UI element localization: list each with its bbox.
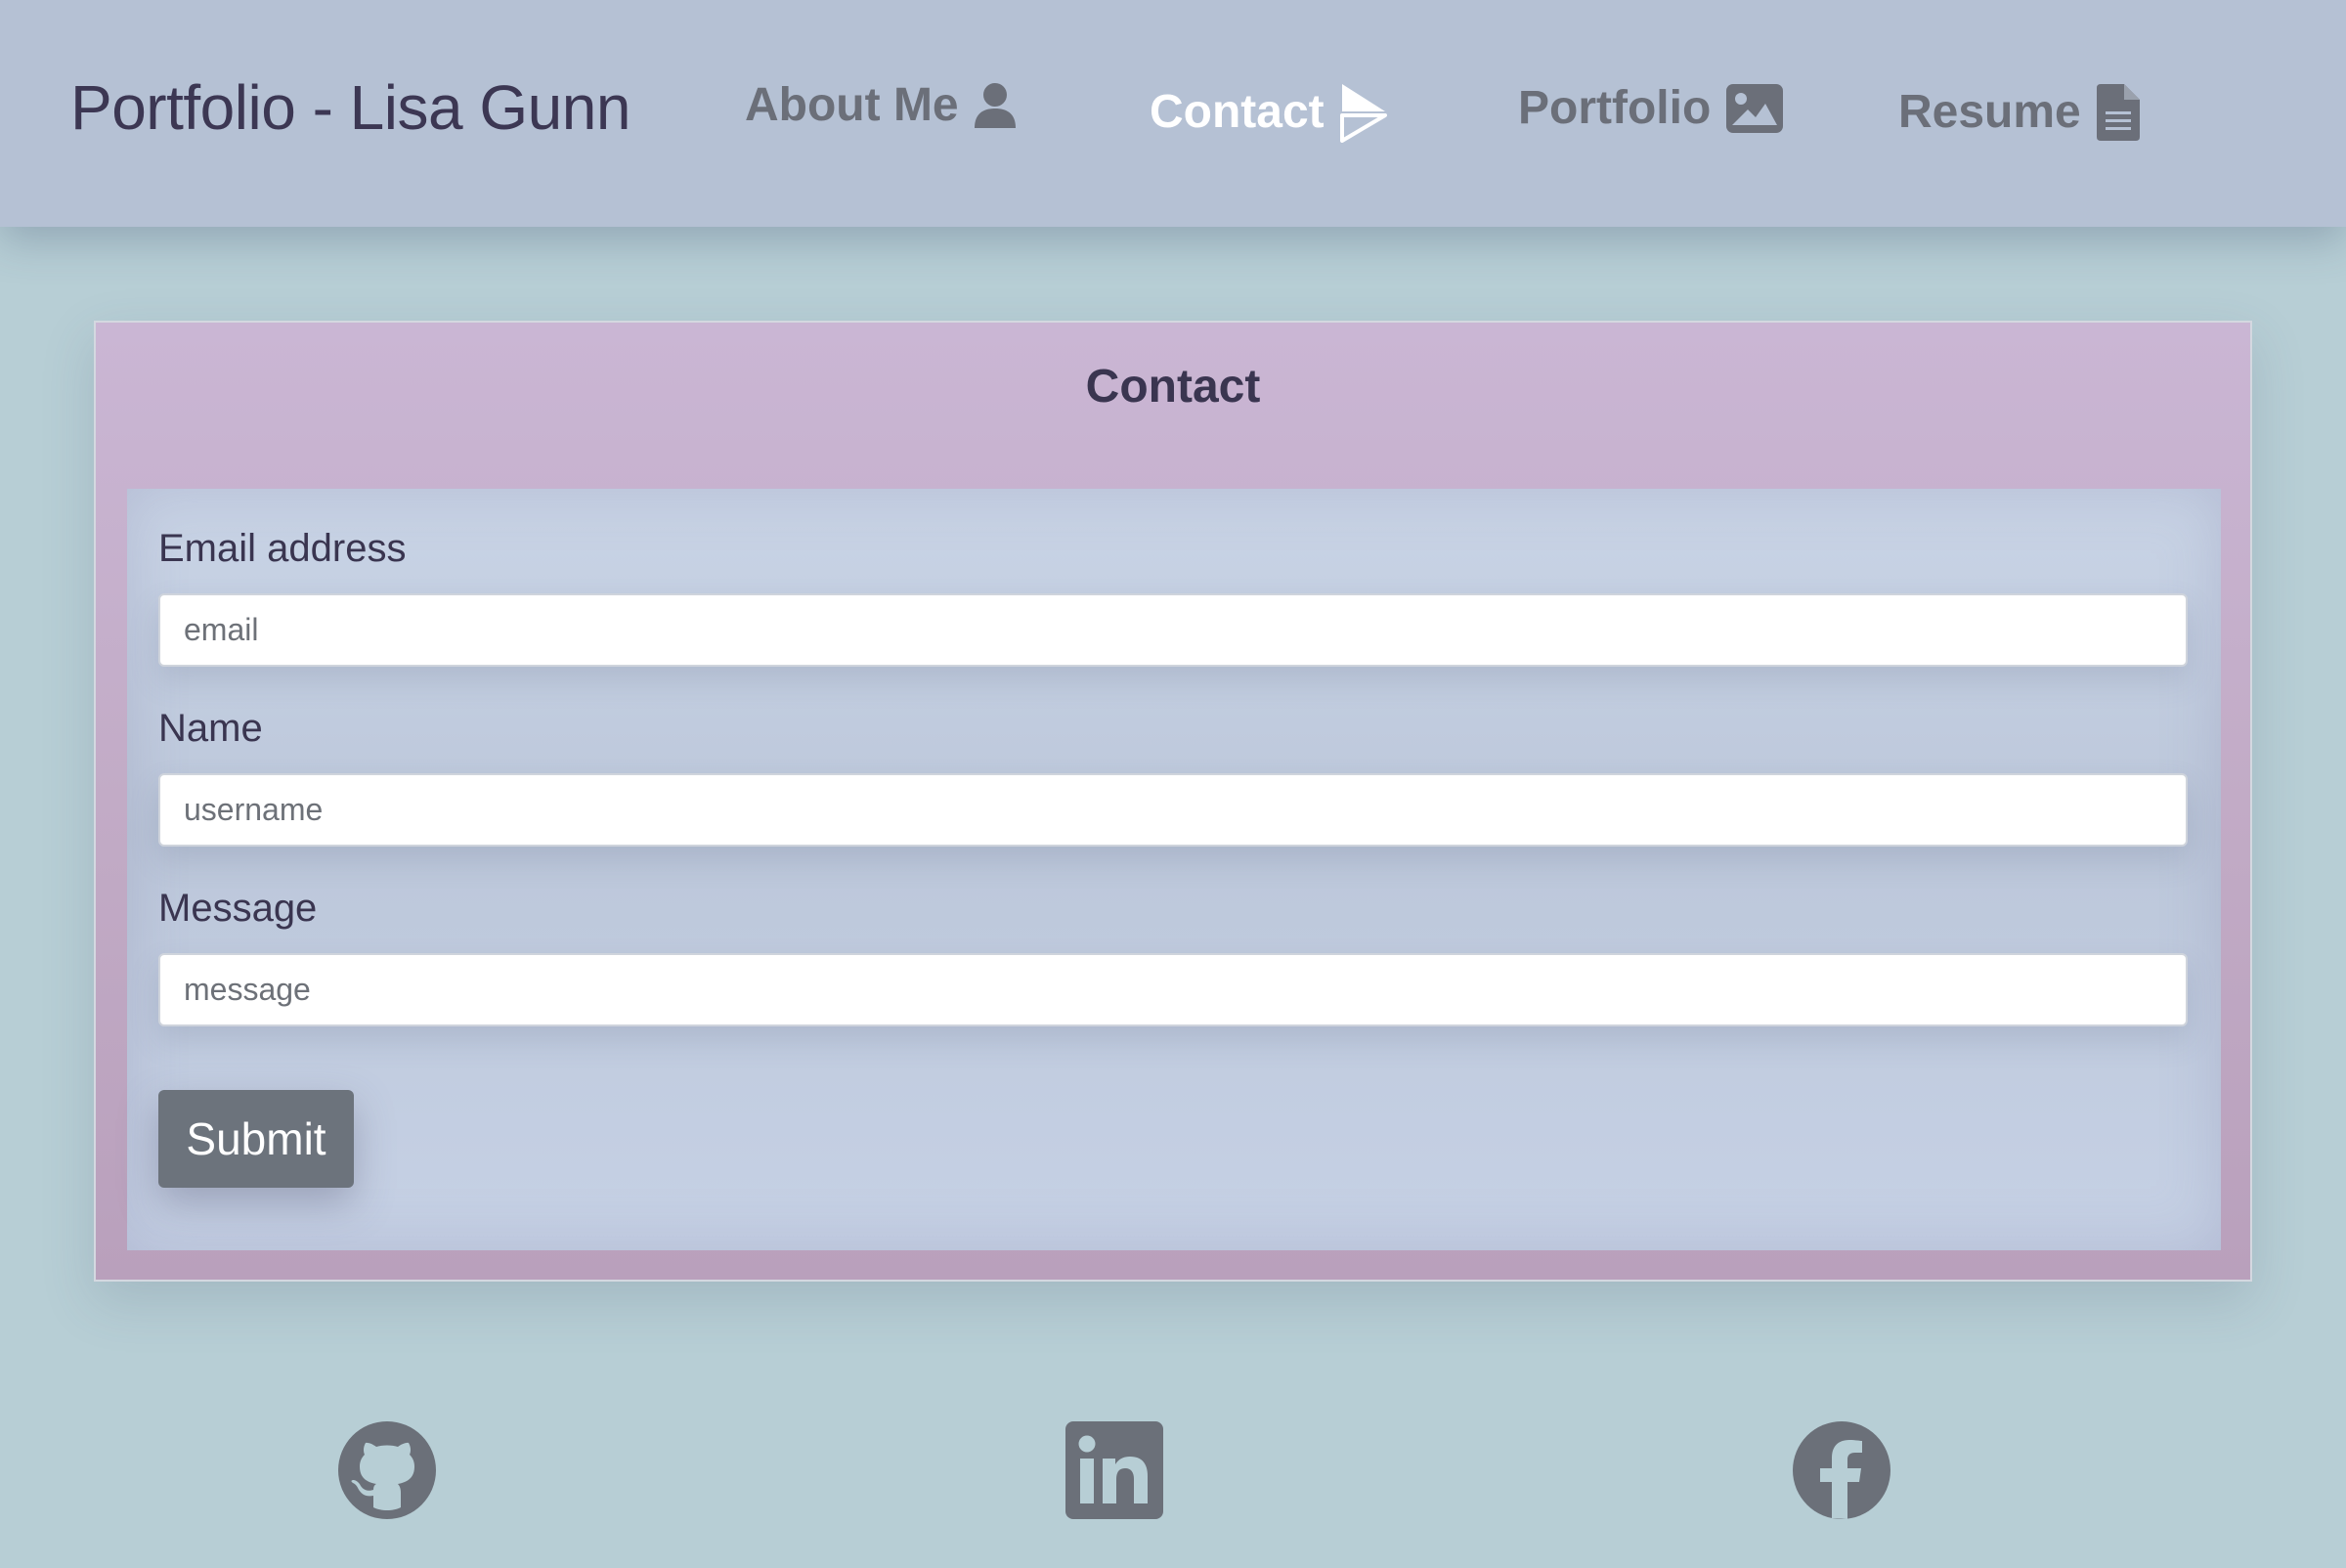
contact-card: Contact Email address Name Message Submi… <box>94 321 2252 1282</box>
navbar: Portfolio - Lisa Gunn About Me Contact P… <box>0 0 2346 227</box>
nav-link-label: Contact <box>1150 86 1325 138</box>
nav-link-label: About Me <box>745 79 959 131</box>
linkedin-icon <box>1065 1420 1163 1524</box>
github-link[interactable] <box>338 1420 436 1524</box>
github-icon <box>338 1420 436 1524</box>
facebook-link[interactable] <box>1793 1420 1890 1524</box>
nav-link-contact[interactable]: Contact <box>1150 82 1387 143</box>
contact-form: Email address Name Message Submit <box>127 489 2221 1250</box>
image-icon <box>1724 82 1785 135</box>
message-input[interactable] <box>158 953 2188 1026</box>
name-label: Name <box>158 707 263 750</box>
email-input[interactable] <box>158 593 2188 667</box>
nav-link-portfolio[interactable]: Portfolio <box>1518 82 1785 135</box>
name-input[interactable] <box>158 773 2188 847</box>
brand-title[interactable]: Portfolio - Lisa Gunn <box>70 76 630 139</box>
file-icon <box>2095 82 2142 143</box>
nav-link-label: Resume <box>1898 86 2081 138</box>
submit-button[interactable]: Submit <box>158 1090 354 1188</box>
nav-link-resume[interactable]: Resume <box>1898 82 2142 143</box>
paper-plane-icon <box>1338 82 1387 143</box>
nav-link-label: Portfolio <box>1518 82 1712 134</box>
facebook-icon <box>1793 1420 1890 1524</box>
user-icon <box>973 82 1018 129</box>
linkedin-link[interactable] <box>1065 1420 1163 1524</box>
contact-title: Contact <box>1085 361 1261 413</box>
message-label: Message <box>158 887 318 930</box>
email-label: Email address <box>158 527 407 570</box>
nav-link-about-me[interactable]: About Me <box>745 82 1018 129</box>
